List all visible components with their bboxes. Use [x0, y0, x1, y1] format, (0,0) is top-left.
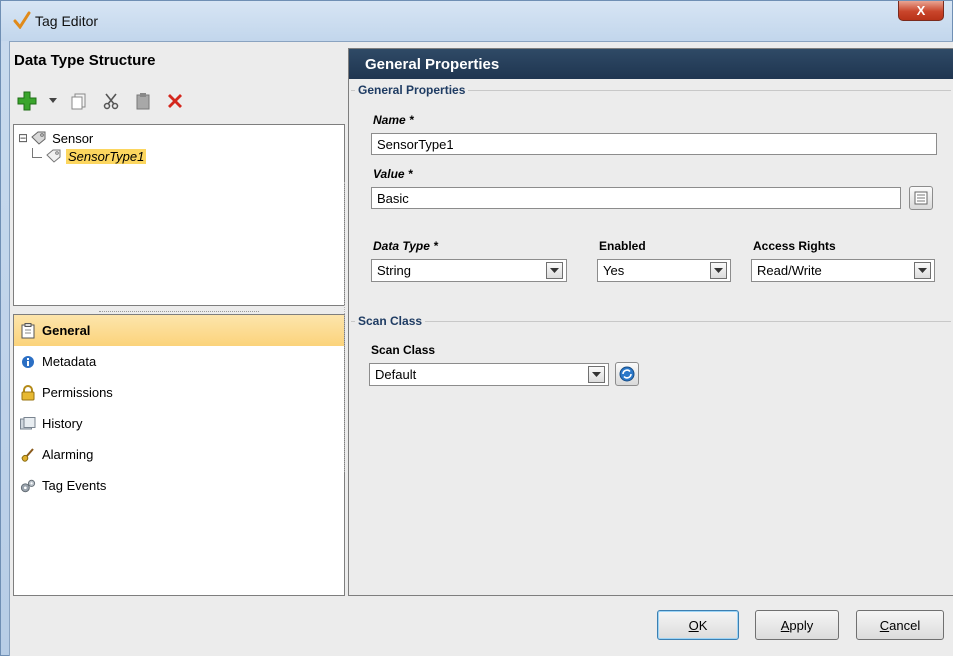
list-editor-icon — [914, 191, 928, 205]
nav-item-label: Metadata — [42, 354, 97, 369]
delete-icon[interactable] — [164, 90, 186, 112]
nav-item-metadata[interactable]: Metadata — [14, 346, 344, 377]
tree-node-label: Sensor — [52, 130, 94, 146]
copy-icon[interactable] — [68, 90, 90, 112]
history-icon — [20, 416, 36, 432]
scan-class-value: Default — [375, 367, 417, 382]
nav-item-label: Permissions — [42, 385, 113, 400]
data-type-structure-panel: Data Type Structure ⊟ Sensor SensorType1… — [10, 48, 347, 596]
title-bar[interactable]: Tag Editor X — [1, 1, 952, 41]
ok-button[interactable]: OK — [657, 610, 739, 640]
scan-class-select[interactable]: Default — [369, 363, 609, 386]
cancel-hotkey: C — [879, 617, 890, 633]
general-properties-panel: General Properties General Properties Na… — [348, 48, 953, 596]
scan-class-label: Scan Class — [371, 343, 436, 357]
tree-connector — [32, 148, 42, 158]
apply-button[interactable]: Apply — [755, 610, 839, 640]
dropdown-arrow-icon[interactable] — [48, 90, 58, 112]
access-rights-value: Read/Write — [757, 263, 822, 278]
structure-tree: ⊟ Sensor SensorType1 — [13, 124, 345, 306]
nav-item-label: History — [42, 416, 83, 431]
tree-node-sensortype1[interactable]: SensorType1 — [32, 147, 147, 165]
group-title-scan-class: Scan Class — [355, 314, 426, 328]
property-category-list: General Metadata Permissions History Ala… — [13, 314, 345, 596]
apply-hotkey: A — [780, 617, 790, 633]
data-type-select[interactable]: String — [371, 259, 567, 282]
tree-node-label: SensorType1 — [66, 148, 147, 164]
collapse-icon[interactable]: ⊟ — [18, 131, 28, 145]
lock-icon — [20, 384, 36, 401]
add-icon[interactable] — [16, 90, 38, 112]
apply-label: pply — [789, 617, 814, 633]
nav-item-history[interactable]: History — [14, 408, 344, 439]
scan-class-editor-icon — [619, 366, 635, 382]
chevron-down-icon[interactable] — [914, 262, 931, 279]
value-field[interactable]: Basic — [371, 187, 901, 209]
nav-item-tag-events[interactable]: Tag Events — [14, 470, 344, 501]
value-label: Value * — [373, 167, 413, 181]
general-icon — [20, 322, 36, 339]
panel-title: Data Type Structure — [14, 52, 156, 69]
enabled-label: Enabled — [599, 239, 646, 253]
cancel-label: ancel — [889, 617, 921, 633]
access-rights-label: Access Rights — [753, 239, 836, 253]
scan-class-edit-button[interactable] — [615, 362, 639, 386]
enabled-value: Yes — [603, 263, 625, 278]
chevron-down-icon[interactable] — [546, 262, 563, 279]
nav-item-label: General — [42, 323, 91, 338]
nav-item-general[interactable]: General — [14, 315, 344, 346]
gears-icon — [20, 478, 36, 494]
bell-icon — [20, 447, 36, 463]
ok-label: K — [698, 617, 708, 633]
info-icon — [20, 354, 36, 370]
dialog-body: Data Type Structure ⊟ Sensor SensorType1… — [9, 41, 953, 656]
chevron-down-icon[interactable] — [710, 262, 727, 279]
cut-icon[interactable] — [100, 90, 122, 112]
panel-header: General Properties — [349, 49, 953, 79]
tag-editor-app-icon — [13, 11, 31, 29]
paste-icon[interactable] — [132, 90, 154, 112]
access-rights-select[interactable]: Read/Write — [751, 259, 935, 282]
value-editor-button[interactable] — [909, 186, 933, 210]
window-title: Tag Editor — [35, 13, 99, 29]
name-label: Name * — [373, 113, 414, 127]
group-separator — [351, 321, 951, 322]
structure-toolbar — [16, 88, 186, 114]
tag-icon — [46, 149, 61, 163]
nav-item-label: Tag Events — [42, 478, 107, 493]
name-field[interactable]: SensorType1 — [371, 133, 937, 155]
chevron-down-icon[interactable] — [588, 366, 605, 383]
enabled-select[interactable]: Yes — [597, 259, 731, 282]
ok-hotkey: O — [688, 617, 699, 633]
close-button[interactable]: X — [898, 1, 944, 21]
data-type-value: String — [377, 263, 411, 278]
tag-editor-window: Tag Editor X Data Type Structure ⊟ Senso… — [0, 0, 953, 656]
tree-node-sensor[interactable]: ⊟ Sensor — [18, 129, 93, 147]
tag-folder-icon — [31, 131, 46, 145]
cancel-button[interactable]: Cancel — [856, 610, 944, 640]
nav-item-permissions[interactable]: Permissions — [14, 377, 344, 408]
data-type-label: Data Type * — [373, 239, 438, 253]
nav-item-label: Alarming — [42, 447, 94, 462]
group-title-general: General Properties — [355, 83, 469, 97]
nav-item-alarming[interactable]: Alarming — [14, 439, 344, 470]
